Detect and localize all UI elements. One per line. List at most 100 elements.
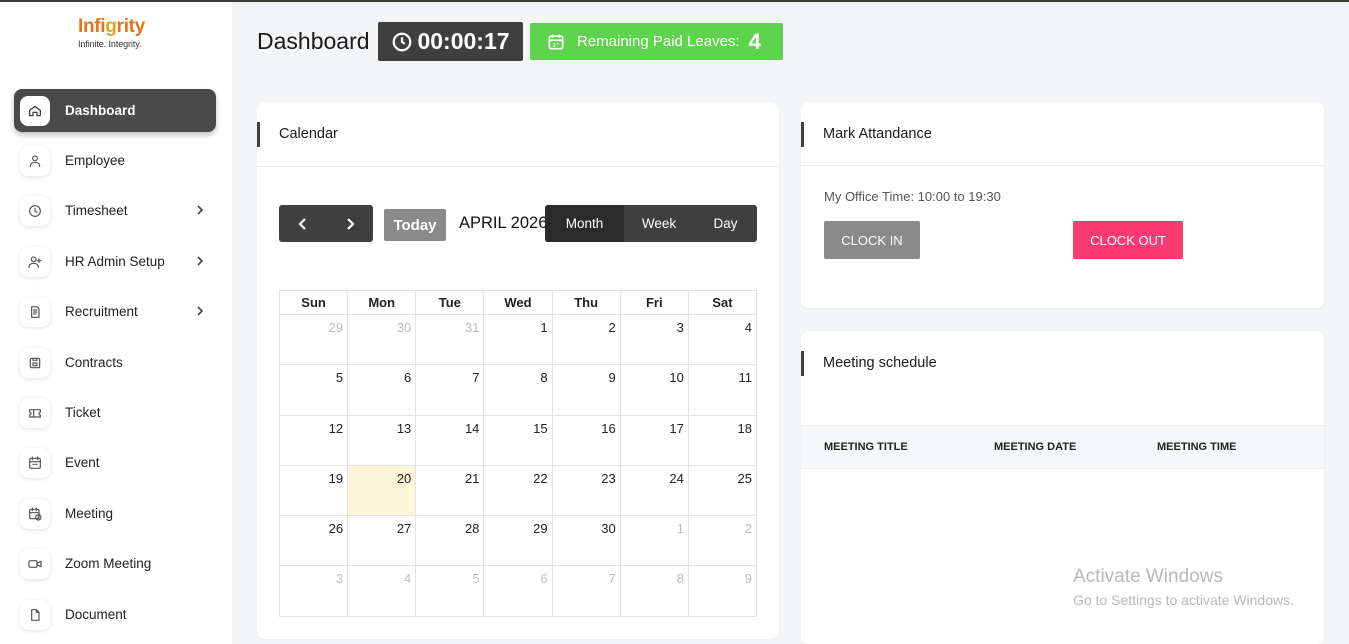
calendar-day[interactable]: 2 [687,515,758,567]
calendar-view-switch: Month Week Day [545,205,757,242]
calendar-day[interactable]: 13 [347,414,417,466]
weekday-header: Fri [619,290,689,315]
calendar-day[interactable]: 18 [687,414,758,466]
calendar-month-label: APRIL 2026 [459,214,548,232]
calendar-day[interactable]: 9 [551,364,621,416]
calendar-day[interactable]: 7 [415,364,485,416]
column-meeting-time[interactable]: MEETING TIME [1157,441,1236,453]
calendar-day[interactable]: 31 [415,313,485,366]
sidebar-item-label: Dashboard [65,103,136,118]
calendar-week-row: 12 13 14 15 16 17 18 [278,414,758,466]
brand-logo[interactable]: Infigrity Infinite. Integrity. [78,16,145,49]
chevron-right-icon [346,217,355,230]
sidebar-item-ticket[interactable]: Ticket [14,391,216,434]
sidebar-item-employee[interactable]: Employee [14,139,216,182]
sidebar-item-meeting[interactable]: Meeting [14,492,216,535]
calendar-day[interactable]: 9 [687,565,758,617]
sidebar-item-label: Recruitment [65,304,138,319]
calendar-day[interactable]: 1 [619,515,689,567]
leaves-count: 4 [748,28,761,54]
meeting-title: Meeting schedule [801,351,937,376]
leaves-label: Remaining Paid Leaves: [577,33,740,50]
calendar-day[interactable]: 7 [551,565,621,617]
calendar-day[interactable]: 30 [347,313,417,366]
calendar-day-today[interactable]: 20 [347,464,417,517]
calendar-day[interactable]: 22 [483,464,553,517]
calendar-day[interactable]: 8 [483,364,553,416]
calendar-day[interactable]: 26 [278,515,349,567]
calendar-day[interactable]: 4 [347,565,417,617]
clock-in-button[interactable]: CLOCK IN [824,221,920,259]
weekday-header: Tue [415,290,485,315]
calendar-day[interactable]: 24 [619,464,689,517]
weekday-header: Thu [551,290,621,315]
calendar-day[interactable]: 5 [415,565,485,617]
calendar-day[interactable]: 4 [687,313,758,366]
document-icon [20,296,50,327]
calendar-day[interactable]: 1 [483,313,553,366]
divider [257,166,779,167]
view-week-button[interactable]: Week [624,205,694,242]
calendar-icon [20,447,50,478]
chevron-right-icon [196,304,204,322]
work-timer: 00:00:17 [378,22,523,61]
weekday-header: Sat [687,290,758,315]
calendar-day[interactable]: 29 [278,313,349,366]
sidebar: Infigrity Infinite. Integrity. Dashboard… [0,2,232,644]
calendar-day[interactable]: 10 [619,364,689,416]
sidebar-item-timesheet[interactable]: Timesheet [14,189,216,232]
calendar-week-row: 26 27 28 29 30 1 2 [278,515,758,567]
weekday-header-row: Sun Mon Tue Wed Thu Fri Sat [278,290,758,315]
calendar-day[interactable]: 25 [687,464,758,517]
weekday-header: Sun [278,290,349,315]
sidebar-item-recruitment[interactable]: Recruitment [14,290,216,333]
calendar-day[interactable]: 17 [619,414,689,466]
calendar-day[interactable]: 14 [415,414,485,466]
timer-value: 00:00:17 [417,28,510,54]
sidebar-item-hr-admin-setup[interactable]: HR Admin Setup [14,240,216,283]
clock-icon [393,32,412,51]
calendar-day[interactable]: 5 [278,364,349,416]
calendar-nav [279,205,373,242]
sidebar-item-document[interactable]: Document [14,593,216,636]
calendar-day[interactable]: 30 [551,515,621,567]
ticket-icon [20,397,50,428]
calendar-day[interactable]: 29 [483,515,553,567]
view-month-button[interactable]: Month [545,205,624,242]
column-meeting-date[interactable]: MEETING DATE [994,441,1076,453]
calendar-day[interactable]: 8 [619,565,689,617]
calendar-day[interactable]: 28 [415,515,485,567]
calendar-day[interactable]: 16 [551,414,621,466]
today-button[interactable]: Today [384,209,446,241]
home-icon [20,95,50,126]
sidebar-item-contracts[interactable]: Contracts [14,341,216,384]
calendar-day[interactable]: 12 [278,414,349,466]
calendar-day[interactable]: 27 [347,515,417,567]
calendar-day[interactable]: 15 [483,414,553,466]
sidebar-item-dashboard[interactable]: Dashboard [14,89,216,132]
column-meeting-title[interactable]: MEETING TITLE [824,441,908,453]
calendar-day[interactable]: 21 [415,464,485,517]
user-icon [20,145,50,176]
calendar-day[interactable]: 3 [619,313,689,366]
weekday-header: Mon [347,290,417,315]
attendance-title: Mark Attandance [801,122,932,147]
view-day-button[interactable]: Day [694,205,757,242]
sidebar-item-zoom-meeting[interactable]: Zoom Meeting [14,542,216,585]
prev-month-button[interactable] [279,205,326,242]
next-month-button[interactable] [326,205,373,242]
calendar-clock-icon [20,498,50,529]
calendar-day[interactable]: 6 [347,364,417,416]
clock-out-button[interactable]: CLOCK OUT [1073,221,1183,259]
calendar-day[interactable]: 11 [687,364,758,416]
calendar-day[interactable]: 3 [278,565,349,617]
calendar-day[interactable]: 23 [551,464,621,517]
calendar-day[interactable]: 6 [483,565,553,617]
sidebar-item-label: Employee [65,153,126,168]
sidebar-item-label: Event [65,455,100,470]
sidebar-item-event[interactable]: Event [14,441,216,484]
sidebar-item-label: Document [65,607,127,622]
calendar-day[interactable]: 2 [551,313,621,366]
calendar-day[interactable]: 19 [278,464,349,517]
brand-tagline: Infinite. Integrity. [78,39,142,49]
